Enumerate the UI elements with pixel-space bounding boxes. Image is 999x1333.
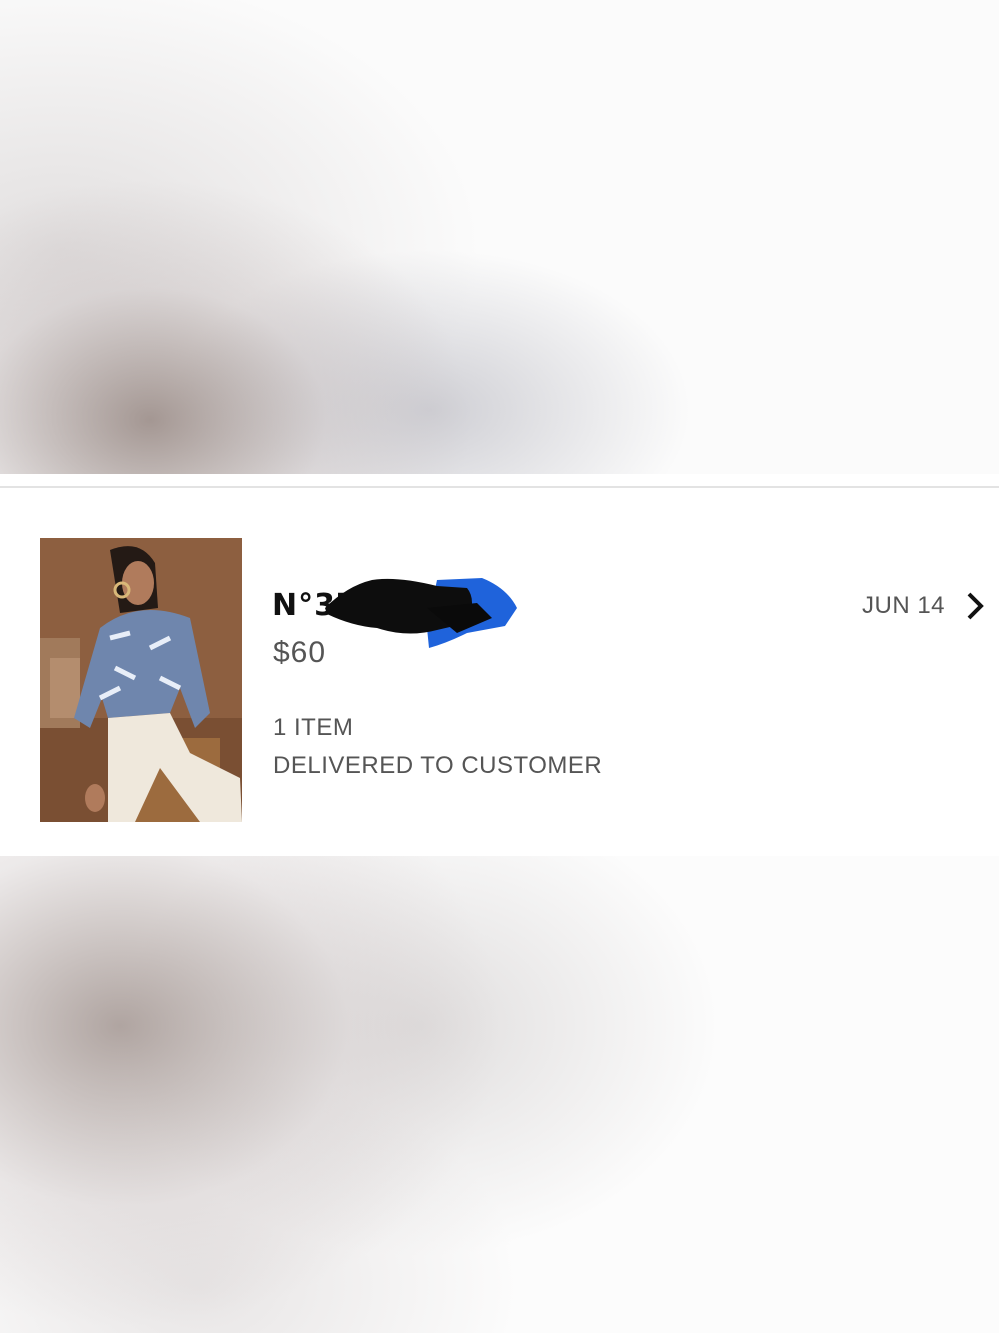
chevron-right-icon[interactable] — [965, 590, 987, 622]
product-thumbnail — [40, 538, 242, 822]
order-number: N°37205 — [272, 588, 424, 623]
order-date: JUN 14 — [862, 592, 946, 619]
list-divider — [0, 474, 999, 488]
item-count: 1 ITEM — [273, 714, 354, 741]
order-price: $60 — [273, 636, 327, 669]
blurred-next-content — [0, 856, 999, 1333]
order-number-container: N°37205 — [272, 578, 517, 648]
delivery-status: DELIVERED TO CUSTOMER — [273, 752, 603, 779]
order-list-item[interactable]: N°37205 $60 1 ITEM DELIVERED TO CUSTOMER… — [0, 488, 999, 856]
blurred-previous-content — [0, 0, 999, 474]
